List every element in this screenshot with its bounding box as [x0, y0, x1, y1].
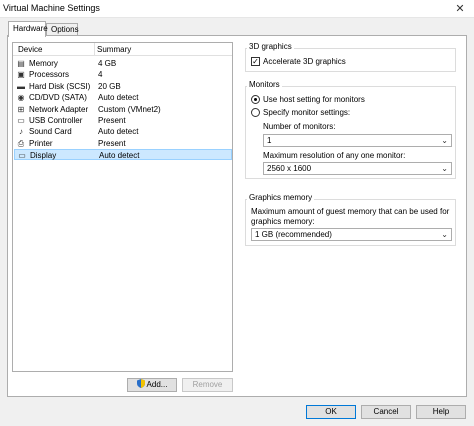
max-resolution-value: 2560 x 1600: [267, 164, 312, 173]
device-summary: Custom (VMnet2): [98, 104, 161, 114]
close-icon[interactable]: ✕: [446, 0, 474, 18]
device-row-printer[interactable]: ⎙ Printer Present: [14, 138, 232, 149]
add-button-label: Add...: [146, 380, 168, 389]
usb-icon: ▭: [17, 116, 25, 125]
ok-button[interactable]: OK: [306, 405, 356, 419]
add-button[interactable]: Add...: [127, 378, 177, 392]
number-of-monitors-label: Number of monitors:: [263, 122, 336, 131]
cancel-button[interactable]: Cancel: [361, 405, 411, 419]
device-summary: Present: [98, 138, 126, 148]
device-row-processors[interactable]: ▣ Processors 4: [14, 69, 232, 80]
shield-icon: [136, 379, 145, 388]
device-name: Memory: [29, 59, 58, 68]
cd-dvd-icon: ◉: [17, 93, 25, 103]
accelerate-3d-label: Accelerate 3D graphics: [263, 57, 346, 66]
device-summary: Auto detect: [99, 151, 140, 161]
device-summary: Auto detect: [98, 93, 139, 103]
checkmark-icon: ✓: [252, 57, 259, 66]
specify-monitor-label: Specify monitor settings:: [263, 108, 351, 117]
device-list-header: Device Summary: [13, 43, 232, 56]
processor-icon: ▣: [17, 70, 25, 80]
device-row-memory[interactable]: ▤ Memory 4 GB: [14, 58, 232, 69]
tab-hardware[interactable]: Hardware: [8, 21, 48, 37]
device-summary: Auto detect: [98, 127, 139, 137]
hard-disk-icon: ▬: [17, 81, 25, 91]
help-button[interactable]: Help: [416, 405, 466, 419]
remove-button-label: Remove: [192, 380, 223, 389]
help-button-label: Help: [432, 407, 450, 416]
device-name: Hard Disk (SCSI): [29, 81, 91, 91]
cancel-button-label: Cancel: [373, 407, 399, 416]
group-monitors-title: Monitors: [247, 80, 282, 89]
graphics-memory-select[interactable]: 1 GB (recommended) ⌄: [251, 228, 452, 241]
number-of-monitors-select[interactable]: 1 ⌄: [263, 134, 452, 147]
tab-options-label: Options: [51, 25, 79, 34]
tab-options[interactable]: Options: [46, 23, 79, 35]
group-graphics-memory-title: Graphics memory: [247, 193, 315, 202]
column-divider[interactable]: [94, 43, 95, 56]
device-list[interactable]: Device Summary ▤ Memory 4 GB ▣ Processors 4 ▬ H…: [12, 42, 233, 372]
max-resolution-label: Maximum resolution of any one monitor:: [263, 151, 406, 160]
tab-hardware-label: Hardware: [13, 24, 48, 33]
device-summary: Present: [98, 116, 126, 125]
memory-icon: ▤: [17, 59, 25, 68]
specify-monitor-radio[interactable]: [251, 108, 260, 117]
device-name: Network Adapter: [29, 104, 89, 114]
group-3d-graphics-title: 3D graphics: [247, 42, 294, 51]
device-name: USB Controller: [29, 116, 83, 125]
title-bar: Virtual Machine Settings ✕: [0, 0, 474, 18]
number-of-monitors-value: 1: [267, 136, 272, 145]
device-name: Printer: [29, 138, 53, 148]
use-host-label: Use host setting for monitors: [263, 95, 365, 104]
window-title: Virtual Machine Settings: [3, 3, 100, 13]
display-icon: ▭: [18, 151, 26, 161]
device-row-cd-dvd-sata[interactable]: ◉ CD/DVD (SATA) Auto detect: [14, 92, 232, 103]
device-summary: 20 GB: [98, 81, 121, 91]
device-name: CD/DVD (SATA): [29, 93, 87, 103]
chevron-down-icon: ⌄: [441, 230, 448, 239]
device-row-display[interactable]: ▭ Display Auto detect: [14, 149, 232, 161]
device-name: Sound Card: [29, 127, 72, 137]
device-row-usb-controller[interactable]: ▭ USB Controller Present: [14, 115, 232, 126]
graphics-memory-description: Maximum amount of guest memory that can …: [251, 207, 450, 226]
column-summary[interactable]: Summary: [97, 45, 131, 54]
device-name: Display: [30, 151, 57, 161]
device-name: Processors: [29, 70, 70, 80]
network-adapter-icon: ⊞: [17, 104, 25, 114]
column-device[interactable]: Device: [18, 45, 42, 54]
accelerate-3d-checkbox[interactable]: ✓: [251, 57, 260, 66]
remove-button[interactable]: Remove: [182, 378, 233, 392]
device-summary: 4 GB: [98, 59, 117, 68]
chevron-down-icon: ⌄: [441, 136, 448, 145]
device-row-hard-disk-scsi[interactable]: ▬ Hard Disk (SCSI) 20 GB: [14, 81, 232, 92]
use-host-radio[interactable]: [251, 95, 260, 104]
chevron-down-icon: ⌄: [441, 164, 448, 173]
sound-card-icon: ♪: [19, 127, 23, 137]
graphics-memory-value: 1 GB (recommended): [255, 230, 332, 239]
printer-icon: ⎙: [17, 138, 25, 148]
device-row-sound-card[interactable]: ♪ Sound Card Auto detect: [14, 126, 232, 137]
device-summary: 4: [98, 70, 103, 80]
ok-button-label: OK: [325, 407, 337, 416]
device-row-network-adapter[interactable]: ⊞ Network Adapter Custom (VMnet2): [14, 104, 232, 115]
max-resolution-select[interactable]: 2560 x 1600 ⌄: [263, 162, 452, 175]
